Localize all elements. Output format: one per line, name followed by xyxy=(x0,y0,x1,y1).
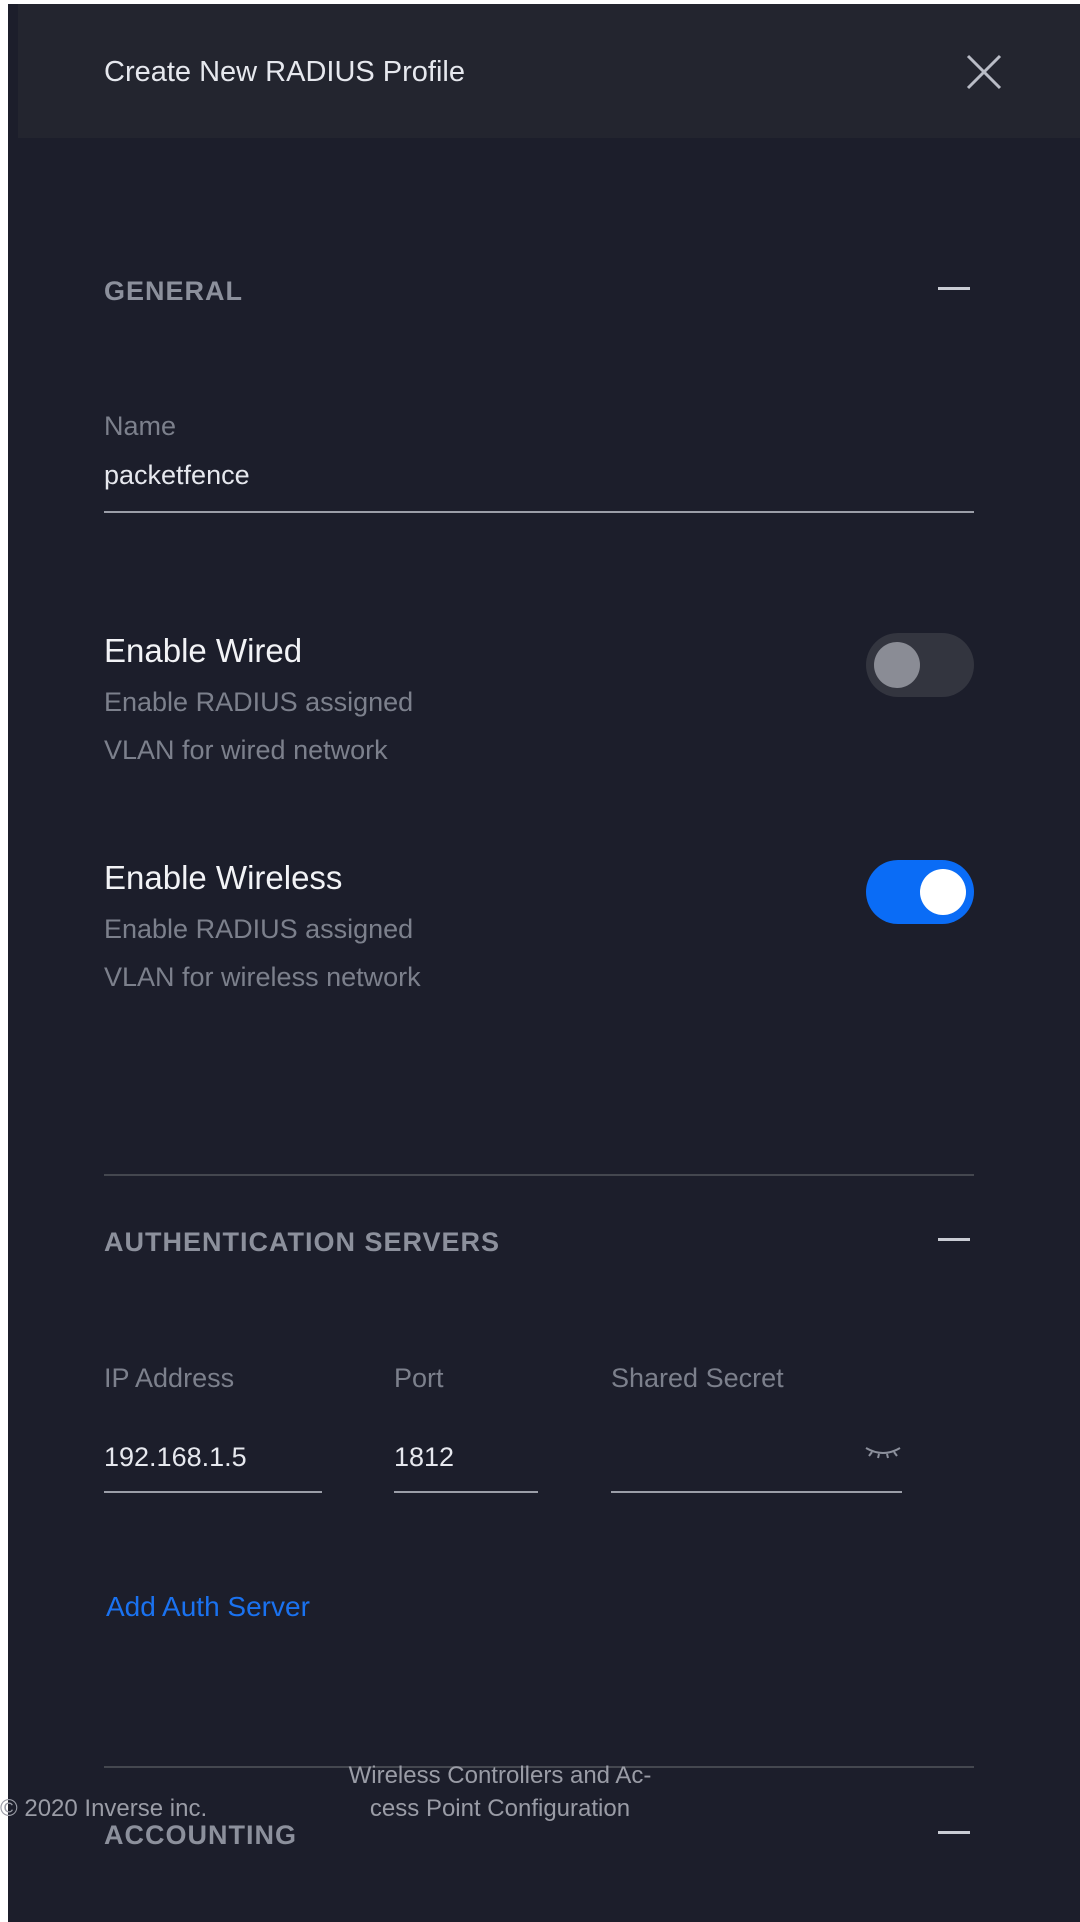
enable-wireless-description: Enable RADIUS assigned VLAN for wireless… xyxy=(104,905,504,1001)
close-icon[interactable] xyxy=(964,52,1004,92)
name-label: Name xyxy=(104,411,177,441)
port-label: Port xyxy=(394,1363,444,1393)
dialog-title: Create New RADIUS Profile xyxy=(104,56,465,88)
section-title-authentication-servers: AUTHENTICATION SERVERS xyxy=(104,1227,501,1257)
add-auth-server-link[interactable]: Add Auth Server xyxy=(106,1591,310,1623)
enable-wired-desc-line1: Enable RADIUS assigned xyxy=(104,687,414,717)
enable-wired-title: Enable Wired xyxy=(104,632,303,669)
enable-wireless-toggle[interactable] xyxy=(866,860,974,924)
port-input[interactable]: 1812 xyxy=(394,1442,454,1473)
name-input-underline xyxy=(104,511,974,513)
ip-address-underline xyxy=(104,1491,322,1493)
section-title-accounting: ACCOUNTING xyxy=(104,1820,297,1850)
collapse-general-minus-icon[interactable] xyxy=(938,287,970,290)
enable-wired-desc-line2: VLAN for wired network xyxy=(104,735,388,765)
section-divider xyxy=(104,1174,974,1176)
enable-wireless-desc-line2: VLAN for wireless network xyxy=(104,962,421,992)
shared-secret-underline xyxy=(611,1491,902,1493)
enable-wired-description: Enable RADIUS assigned VLAN for wired ne… xyxy=(104,678,504,774)
enable-wireless-desc-line1: Enable RADIUS assigned xyxy=(104,914,414,944)
toggle-knob xyxy=(874,642,920,688)
footer-doc-title: Wireless Controllers and Ac- cess Point … xyxy=(330,1759,670,1825)
footer-doc-title-line2: cess Point Configuration xyxy=(369,1795,631,1822)
footer-doc-title-line1: Wireless Controllers and Ac- xyxy=(348,1762,652,1789)
name-input[interactable]: packetfence xyxy=(104,460,250,491)
section-title-general: GENERAL xyxy=(104,276,244,306)
radius-profile-dialog: Create New RADIUS Profile GENERAL Name p… xyxy=(8,4,1080,1922)
collapse-accounting-minus-icon[interactable] xyxy=(938,1831,970,1834)
eye-closed-icon[interactable] xyxy=(864,1444,902,1460)
footer-copyright: © 2020 Inverse inc. xyxy=(0,1795,208,1822)
ip-address-input[interactable]: 192.168.1.5 xyxy=(104,1442,247,1473)
enable-wireless-title: Enable Wireless xyxy=(104,859,343,896)
collapse-auth-servers-minus-icon[interactable] xyxy=(938,1238,970,1241)
enable-wired-toggle[interactable] xyxy=(866,633,974,697)
shared-secret-label: Shared Secret xyxy=(611,1363,784,1393)
ip-address-label: IP Address xyxy=(104,1363,235,1393)
dialog-header: Create New RADIUS Profile xyxy=(18,4,1080,138)
toggle-knob xyxy=(920,869,966,915)
port-underline xyxy=(394,1491,538,1493)
